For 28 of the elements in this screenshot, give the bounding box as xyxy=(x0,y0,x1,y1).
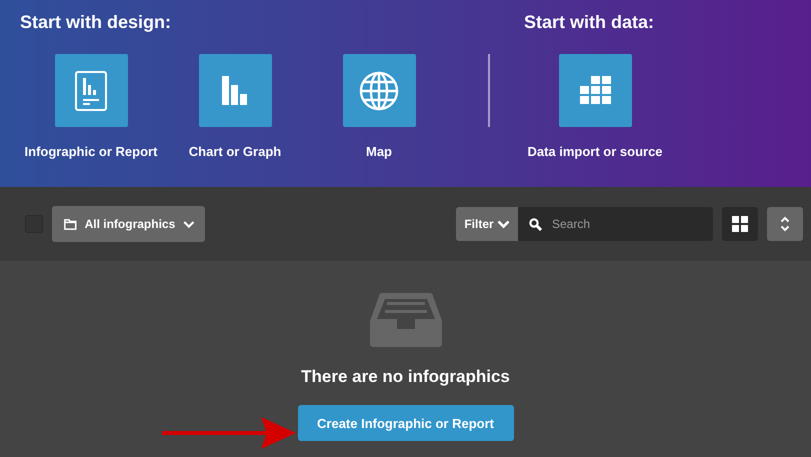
tile-label[interactable]: Data import or source xyxy=(527,144,663,159)
design-tile[interactable] xyxy=(198,54,272,127)
design-tile[interactable] xyxy=(342,54,416,127)
report-icon xyxy=(75,70,107,110)
inbox-icon xyxy=(370,293,442,347)
tile-label[interactable]: Map xyxy=(366,144,392,159)
sort-button[interactable] xyxy=(767,207,803,241)
grid-view-button[interactable] xyxy=(722,207,758,241)
folder-icon xyxy=(64,218,77,230)
design-tile[interactable] xyxy=(54,54,128,127)
section-heading: Start with data: xyxy=(524,11,656,34)
tile-label[interactable]: Infographic or Report xyxy=(24,144,158,159)
sort-icon xyxy=(780,216,790,232)
section-heading: Start with design: xyxy=(20,11,172,34)
grid-icon xyxy=(580,76,610,105)
chevron-down-icon xyxy=(183,220,195,228)
data-tile[interactable] xyxy=(558,54,632,127)
empty-message: There are no infographics xyxy=(301,367,510,387)
bar-chart-icon xyxy=(222,76,248,105)
search-bar[interactable]: Search xyxy=(518,207,713,241)
search-input[interactable]: Search xyxy=(550,216,704,232)
filter-button[interactable]: Filter xyxy=(456,207,518,241)
grid-view-icon xyxy=(732,216,748,232)
chevron-down-icon xyxy=(496,220,510,228)
tile-label[interactable]: Chart or Graph xyxy=(188,144,282,159)
search-icon xyxy=(529,218,542,230)
globe-icon xyxy=(359,70,399,110)
folder-dropdown[interactable]: All infographics xyxy=(52,206,205,242)
